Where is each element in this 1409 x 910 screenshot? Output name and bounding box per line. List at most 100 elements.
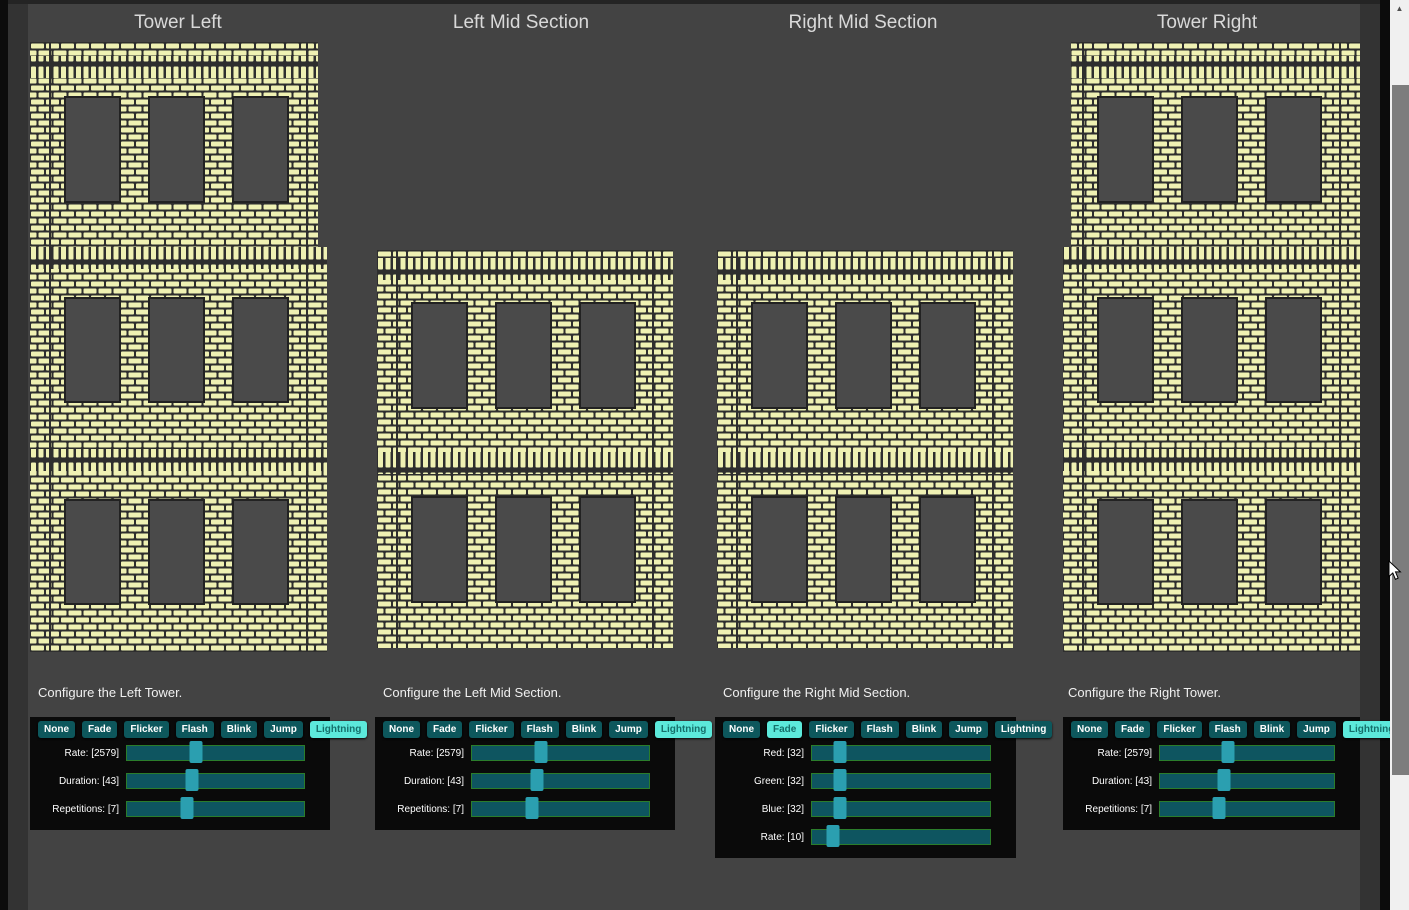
tab-none[interactable]: None — [1071, 721, 1108, 738]
tab-lightning[interactable]: Lightning — [655, 721, 713, 738]
tab-blink[interactable]: Blink — [566, 721, 602, 738]
slider-track-red[interactable] — [811, 745, 991, 761]
slider-thumb-duration[interactable] — [531, 769, 544, 791]
slider-row-duration: Duration: [43] — [375, 770, 675, 792]
slider-row-rate: Rate: [2579] — [30, 742, 330, 764]
slider-track-rate[interactable] — [1159, 745, 1335, 761]
config-panel-tower-left: None Fade Flicker Flash Blink Jump Light… — [30, 717, 330, 830]
effect-tabs: None Fade Flicker Flash Blink Jump Light… — [1063, 717, 1360, 738]
slider-track-rate[interactable] — [126, 745, 305, 761]
slider-thumb-rate[interactable] — [535, 741, 548, 763]
effect-tabs: None Fade Flicker Flash Blink Jump Light… — [715, 717, 1016, 738]
slider-label-green: Green: [32] — [715, 776, 811, 787]
slider-label-rate: Rate: [10] — [715, 832, 811, 843]
tab-fade[interactable]: Fade — [1115, 721, 1150, 738]
slider-label-blue: Blue: [32] — [715, 804, 811, 815]
slider-row-red: Red: [32] — [715, 742, 1016, 764]
tab-jump[interactable]: Jump — [609, 721, 648, 738]
config-label-left-tower: Configure the Left Tower. — [38, 685, 182, 700]
tab-flicker[interactable]: Flicker — [124, 721, 168, 738]
effect-tabs: None Fade Flicker Flash Blink Jump Light… — [30, 717, 330, 738]
slider-row-rate: Rate: [10] — [715, 826, 1016, 848]
slider-track-green[interactable] — [811, 773, 991, 789]
tab-jump[interactable]: Jump — [949, 721, 988, 738]
tab-flash[interactable]: Flash — [1209, 721, 1247, 738]
slider-label-duration: Duration: [43] — [1063, 776, 1159, 787]
config-panel-right-mid: None Fade Flicker Flash Blink Jump Light… — [715, 717, 1016, 858]
slider-thumb-rate[interactable] — [1221, 741, 1234, 763]
tab-none[interactable]: None — [383, 721, 420, 738]
slider-thumb-green[interactable] — [834, 769, 847, 791]
slider-label-rate: Rate: [2579] — [30, 748, 126, 759]
slider-thumb-blue[interactable] — [834, 797, 847, 819]
slider-thumb-red[interactable] — [834, 741, 847, 763]
tab-blink[interactable]: Blink — [1254, 721, 1290, 738]
tab-flicker[interactable]: Flicker — [469, 721, 513, 738]
tab-jump[interactable]: Jump — [264, 721, 303, 738]
column-title-tower-left: Tower Left — [28, 12, 328, 34]
slider-track-repetitions[interactable] — [126, 801, 305, 817]
slider-thumb-repetitions[interactable] — [181, 797, 194, 819]
tab-flash[interactable]: Flash — [521, 721, 559, 738]
slider-row-repetitions: Repetitions: [7] — [30, 798, 330, 820]
slider-label-repetitions: Repetitions: [7] — [375, 804, 471, 815]
window-left-frame — [8, 0, 28, 910]
slider-row-blue: Blue: [32] — [715, 798, 1016, 820]
column-title-left-mid-section: Left Mid Section — [371, 12, 671, 34]
tab-none[interactable]: None — [723, 721, 760, 738]
tab-lightning[interactable]: Lightning — [310, 721, 368, 738]
slider-thumb-rate[interactable] — [190, 741, 203, 763]
slider-thumb-duration[interactable] — [186, 769, 199, 791]
slider-thumb-duration[interactable] — [1218, 769, 1231, 791]
tab-blink[interactable]: Blink — [221, 721, 257, 738]
tab-flash[interactable]: Flash — [176, 721, 214, 738]
slider-track-repetitions[interactable] — [471, 801, 650, 817]
scrollbar-thumb[interactable] — [1392, 85, 1409, 775]
slider-row-rate: Rate: [2579] — [375, 742, 675, 764]
slider-label-repetitions: Repetitions: [7] — [1063, 804, 1159, 815]
slider-track-rate[interactable] — [811, 829, 991, 845]
slider-track-duration[interactable] — [1159, 773, 1335, 789]
tab-fade[interactable]: Fade — [767, 721, 802, 738]
slider-row-repetitions: Repetitions: [7] — [375, 798, 675, 820]
config-panel-tower-right: None Fade Flicker Flash Blink Jump Light… — [1063, 717, 1360, 830]
config-label-right-mid: Configure the Right Mid Section. — [723, 685, 910, 700]
building-facade-tower-left — [30, 42, 327, 652]
building-facade-right-mid — [717, 250, 1013, 648]
slider-track-rate[interactable] — [471, 745, 650, 761]
tab-none[interactable]: None — [38, 721, 75, 738]
slider-label-duration: Duration: [43] — [375, 776, 471, 787]
slider-row-green: Green: [32] — [715, 770, 1016, 792]
column-title-tower-right: Tower Right — [1057, 12, 1357, 34]
slider-thumb-rate[interactable] — [827, 825, 840, 847]
building-facade-left-mid — [377, 250, 673, 648]
tab-blink[interactable]: Blink — [906, 721, 942, 738]
slider-track-blue[interactable] — [811, 801, 991, 817]
config-label-right-tower: Configure the Right Tower. — [1068, 685, 1221, 700]
building-facade-tower-right — [1063, 42, 1360, 652]
window-right-frame — [1360, 0, 1380, 910]
slider-label-red: Red: [32] — [715, 748, 811, 759]
slider-thumb-repetitions[interactable] — [1213, 797, 1226, 819]
slider-track-duration[interactable] — [471, 773, 650, 789]
tab-flicker[interactable]: Flicker — [809, 721, 853, 738]
slider-row-repetitions: Repetitions: [7] — [1063, 798, 1360, 820]
tab-flash[interactable]: Flash — [861, 721, 899, 738]
slider-track-repetitions[interactable] — [1159, 801, 1335, 817]
slider-row-duration: Duration: [43] — [30, 770, 330, 792]
slider-track-duration[interactable] — [126, 773, 305, 789]
scrollbar-up-arrow-icon[interactable]: ▲ — [1390, 0, 1409, 17]
slider-thumb-repetitions[interactable] — [526, 797, 539, 819]
tab-fade[interactable]: Fade — [82, 721, 117, 738]
slider-label-duration: Duration: [43] — [30, 776, 126, 787]
tab-jump[interactable]: Jump — [1297, 721, 1336, 738]
effect-tabs: None Fade Flicker Flash Blink Jump Light… — [375, 717, 675, 738]
slider-row-duration: Duration: [43] — [1063, 770, 1360, 792]
column-title-right-mid-section: Right Mid Section — [713, 12, 1013, 34]
slider-label-rate: Rate: [2579] — [1063, 748, 1159, 759]
config-panel-left-mid: None Fade Flicker Flash Blink Jump Light… — [375, 717, 675, 830]
tab-lightning[interactable]: Lightning — [995, 721, 1053, 738]
tab-flicker[interactable]: Flicker — [1157, 721, 1201, 738]
vertical-scrollbar[interactable]: ▲ — [1390, 0, 1409, 910]
tab-fade[interactable]: Fade — [427, 721, 462, 738]
